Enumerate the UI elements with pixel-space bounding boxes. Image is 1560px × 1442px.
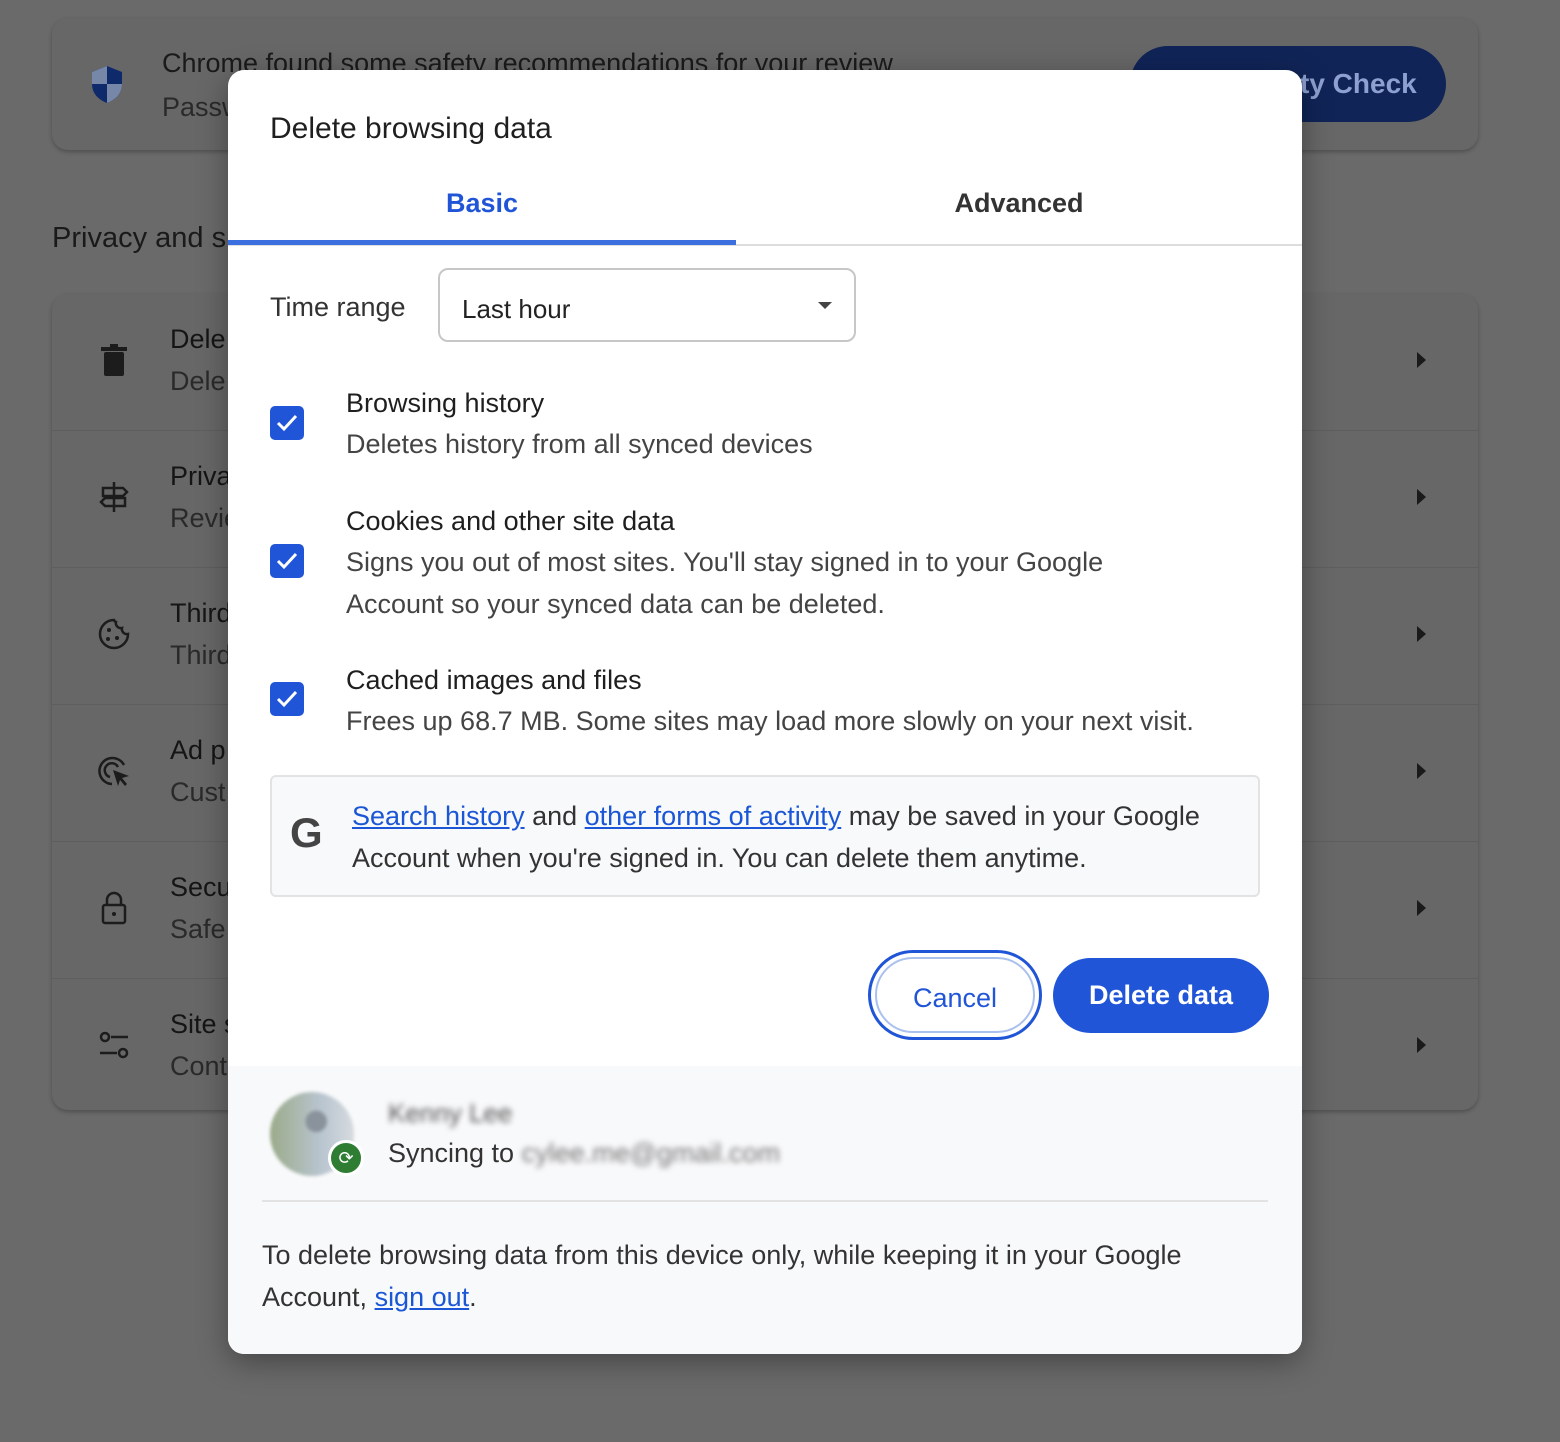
row-title: Priva <box>170 461 232 491</box>
option-title: Browsing history <box>346 388 545 418</box>
time-range-select[interactable]: Last hour <box>438 268 856 342</box>
row-title: Ad p <box>170 735 226 765</box>
row-subtitle: Cont <box>170 1051 228 1081</box>
trash-icon <box>101 344 127 376</box>
row-title: Dele <box>170 324 226 354</box>
chevron-right-icon <box>1417 489 1426 505</box>
chevron-right-icon <box>1417 626 1426 642</box>
chevron-right-icon <box>1417 1037 1426 1053</box>
account-email: cylee.me@gmail.com <box>521 1138 781 1168</box>
delete-data-button[interactable]: Delete data <box>1053 958 1269 1033</box>
search-history-link[interactable]: Search history <box>352 801 525 831</box>
row-subtitle: Cust <box>170 777 226 807</box>
footer-end: . <box>469 1282 477 1312</box>
ad-target-icon <box>98 756 129 786</box>
check-icon <box>276 414 298 432</box>
time-range-label: Time range <box>270 292 406 322</box>
google-activity-info: G Search history and other forms of acti… <box>270 775 1260 897</box>
dropdown-arrow-icon <box>818 302 832 309</box>
row-subtitle: Safe <box>170 914 226 944</box>
option-title: Cookies and other site data <box>346 506 675 536</box>
chevron-right-icon <box>1417 352 1426 368</box>
signpost-icon <box>99 482 129 512</box>
syncing-label: Syncing to <box>388 1138 522 1168</box>
google-g-icon: G <box>290 809 323 856</box>
sync-badge-icon: ⟳ <box>328 1140 364 1176</box>
info-text: and <box>524 801 585 831</box>
section-title: Privacy and s <box>52 222 227 254</box>
sliders-icon <box>99 1031 129 1059</box>
check-icon <box>276 690 298 708</box>
cookie-icon <box>98 618 130 650</box>
option-desc: Frees up 68.7 MB. Some sites may load mo… <box>346 706 1194 736</box>
sign-out-link[interactable]: sign out <box>375 1282 470 1312</box>
delete-browsing-data-dialog: Delete browsing data Basic Advanced Time… <box>228 70 1302 1354</box>
row-subtitle: Third <box>170 640 232 670</box>
tab-basic[interactable]: Basic <box>228 170 736 244</box>
account-name: Kenny Lee <box>388 1098 513 1128</box>
check-icon <box>276 552 298 570</box>
chevron-right-icon <box>1417 763 1426 779</box>
divider <box>262 1200 1268 1202</box>
shield-icon <box>92 66 122 103</box>
chevron-right-icon <box>1417 900 1426 916</box>
cancel-button[interactable]: Cancel <box>868 950 1042 1040</box>
browsing-history-checkbox[interactable] <box>270 406 304 440</box>
option-title: Cached images and files <box>346 665 642 695</box>
row-title: Secu <box>170 872 232 902</box>
option-desc: Signs you out of most sites. You'll stay… <box>346 547 1104 619</box>
dialog-title: Delete browsing data <box>270 112 552 145</box>
cookies-checkbox[interactable] <box>270 544 304 578</box>
lock-icon <box>101 891 127 925</box>
tab-advanced[interactable]: Advanced <box>736 170 1302 244</box>
other-activity-link[interactable]: other forms of activity <box>585 801 842 831</box>
cached-images-checkbox[interactable] <box>270 682 304 716</box>
option-desc: Deletes history from all synced devices <box>346 429 813 459</box>
tab-indicator <box>228 240 736 245</box>
account-section: ⟳ Kenny Lee Syncing to cylee.me@gmail.co… <box>228 1066 1302 1354</box>
row-title: Third <box>170 598 232 628</box>
row-subtitle: Dele <box>170 366 226 396</box>
